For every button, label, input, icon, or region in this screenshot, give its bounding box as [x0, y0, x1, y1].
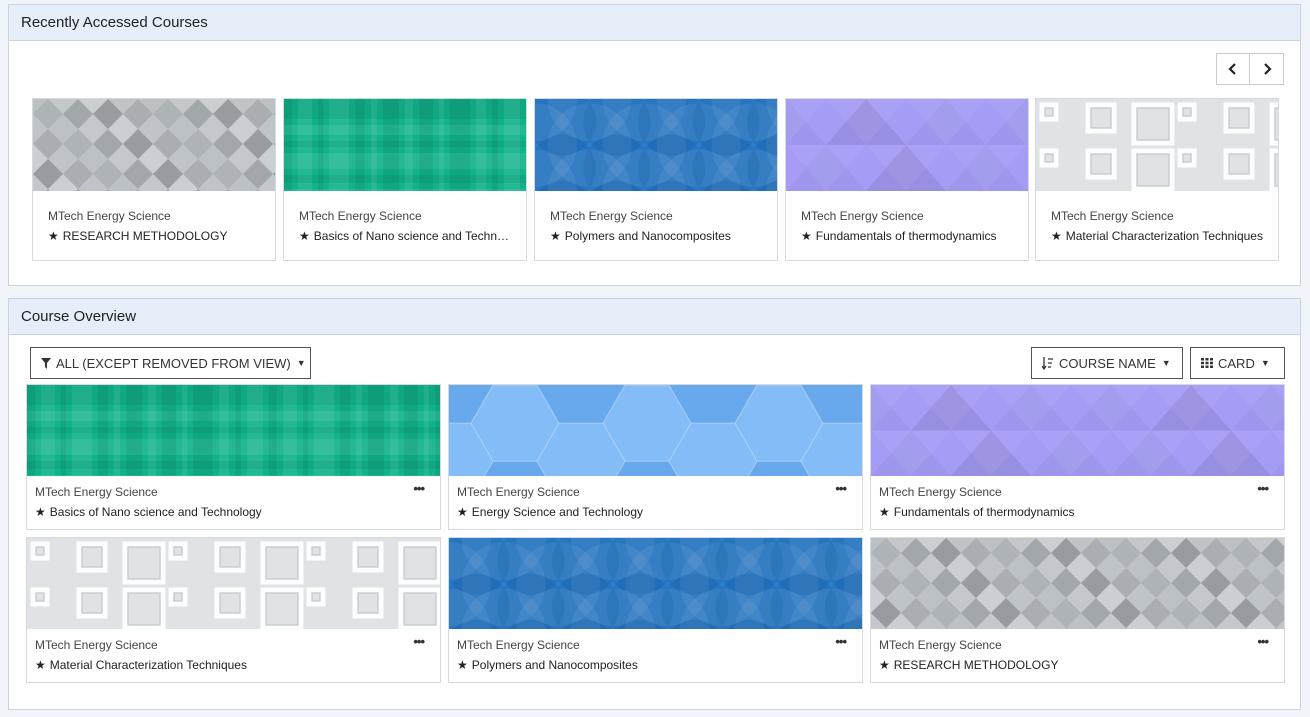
course-name[interactable]: ★ Material Characterization Techniques — [35, 658, 247, 672]
previous-button[interactable] — [1216, 53, 1250, 85]
caret-down-icon: ▼ — [1260, 358, 1270, 368]
chevron-right-icon — [1263, 63, 1272, 75]
course-image — [786, 99, 1028, 191]
star-icon: ★ — [879, 505, 890, 519]
course-menu-button[interactable]: ••• — [413, 481, 425, 496]
course-category: MTech Energy Science — [35, 638, 158, 652]
purple-triangles-pattern — [786, 99, 1028, 191]
course-name[interactable]: ★ Energy Science and Technology — [457, 505, 643, 519]
course-menu-button[interactable]: ••• — [413, 634, 425, 649]
star-icon: ★ — [48, 229, 59, 243]
block-title: Recently Accessed Courses — [21, 14, 208, 31]
course-card[interactable]: MTech Energy Science ••• ★ RESEARCH METHO… — [870, 537, 1285, 683]
course-image — [871, 385, 1284, 476]
star-icon: ★ — [550, 229, 561, 243]
recent-course-card[interactable]: MTech Energy Science ★ Fundamentals of th… — [785, 98, 1029, 261]
caret-down-icon: ▼ — [1161, 358, 1171, 368]
gray-diamonds-pattern — [33, 99, 275, 191]
course-card[interactable]: MTech Energy Science ••• ★ Energy Science… — [448, 384, 863, 530]
course-image — [284, 99, 526, 191]
course-category: MTech Energy Science — [550, 209, 673, 223]
star-icon: ★ — [35, 505, 46, 519]
block-header: Course Overview — [9, 299, 1300, 335]
caret-down-icon: ▼ — [296, 358, 306, 368]
purple-triangles-pattern — [871, 385, 1284, 476]
sort-dropdown[interactable]: COURSE NAME ▼ — [1031, 347, 1183, 379]
gray-diamonds-pattern — [871, 538, 1284, 629]
star-icon: ★ — [879, 658, 890, 672]
star-icon: ★ — [1051, 229, 1062, 243]
light-squares-pattern — [1036, 99, 1278, 191]
green-plaid-pattern — [284, 99, 526, 191]
view-label: CARD — [1218, 355, 1255, 371]
light-squares-pattern — [27, 538, 440, 629]
sort-label: COURSE NAME — [1059, 355, 1156, 371]
course-category: MTech Energy Science — [299, 209, 422, 223]
course-name[interactable]: ★ Polymers and Nanocomposites — [457, 658, 638, 672]
course-menu-button[interactable]: ••• — [835, 481, 847, 496]
course-menu-button[interactable]: ••• — [1257, 634, 1269, 649]
course-name[interactable]: ★ Polymers and Nanocomposites — [550, 229, 765, 243]
course-image — [27, 385, 440, 476]
course-name[interactable]: ★ RESEARCH METHODOLOGY — [48, 229, 263, 243]
course-menu-button[interactable]: ••• — [1257, 481, 1269, 496]
course-name[interactable]: ★ Basics of Nano science and Technology — [35, 505, 262, 519]
course-image — [1036, 99, 1278, 191]
course-name[interactable]: ★ RESEARCH METHODOLOGY — [879, 658, 1058, 672]
recently-accessed-courses-block: Recently Accessed Courses MTech Energy S… — [8, 4, 1301, 286]
blue-circles-pattern — [449, 538, 862, 629]
course-image — [33, 99, 275, 191]
course-overview-block: Course Overview ALL (EXCEPT REMOVED FROM… — [8, 298, 1301, 710]
course-category: MTech Energy Science — [48, 209, 171, 223]
course-name[interactable]: ★ Fundamentals of thermodynamics — [801, 229, 1016, 243]
sort-alpha-icon — [1042, 356, 1054, 370]
course-image — [871, 538, 1284, 629]
course-name[interactable]: ★ Material Characterization Techniques — [1051, 229, 1266, 243]
filter-label: ALL (EXCEPT REMOVED FROM VIEW) — [56, 355, 291, 371]
course-card[interactable]: MTech Energy Science ••• ★ Material Chara… — [26, 537, 441, 683]
star-icon: ★ — [457, 658, 468, 672]
green-plaid-pattern — [27, 385, 440, 476]
blue-circles-pattern — [535, 99, 777, 191]
course-image — [27, 538, 440, 629]
course-category: MTech Energy Science — [457, 485, 580, 499]
course-menu-button[interactable]: ••• — [835, 634, 847, 649]
course-category: MTech Energy Science — [457, 638, 580, 652]
view-dropdown[interactable]: CARD ▼ — [1190, 347, 1285, 379]
course-name[interactable]: ★ Fundamentals of thermodynamics — [879, 505, 1075, 519]
course-category: MTech Energy Science — [801, 209, 924, 223]
course-card[interactable]: MTech Energy Science ••• ★ Fundamentals o… — [870, 384, 1285, 530]
light-blue-hexagons-pattern — [449, 385, 862, 476]
course-category: MTech Energy Science — [1051, 209, 1174, 223]
star-icon: ★ — [801, 229, 812, 243]
next-button[interactable] — [1250, 53, 1284, 85]
recent-course-card[interactable]: MTech Energy Science ★ Polymers and Nanoc… — [534, 98, 778, 261]
recent-course-card[interactable]: MTech Energy Science ★ RESEARCH METHODOLO… — [32, 98, 276, 261]
filter-icon — [41, 357, 51, 369]
star-icon: ★ — [457, 505, 468, 519]
block-title: Course Overview — [21, 308, 137, 325]
course-name[interactable]: ★ Basics of Nano science and Technology — [299, 229, 514, 243]
course-image — [449, 538, 862, 629]
course-card[interactable]: MTech Energy Science ••• ★ Polymers and N… — [448, 537, 863, 683]
filter-dropdown[interactable]: ALL (EXCEPT REMOVED FROM VIEW) ▼ — [30, 347, 311, 379]
star-icon: ★ — [35, 658, 46, 672]
course-image — [449, 385, 862, 476]
recent-course-card[interactable]: MTech Energy Science ★ Basics of Nano sci… — [283, 98, 527, 261]
course-category: MTech Energy Science — [35, 485, 158, 499]
course-card[interactable]: MTech Energy Science ••• ★ Basics of Nano… — [26, 384, 441, 530]
carousel-nav — [1216, 53, 1284, 85]
recent-course-card[interactable]: MTech Energy Science ★ Material Character… — [1035, 98, 1279, 261]
grid-icon — [1201, 358, 1213, 368]
star-icon: ★ — [299, 229, 310, 243]
course-category: MTech Energy Science — [879, 485, 1002, 499]
course-category: MTech Energy Science — [879, 638, 1002, 652]
block-header: Recently Accessed Courses — [9, 5, 1300, 41]
chevron-left-icon — [1228, 63, 1236, 75]
course-image — [535, 99, 777, 191]
